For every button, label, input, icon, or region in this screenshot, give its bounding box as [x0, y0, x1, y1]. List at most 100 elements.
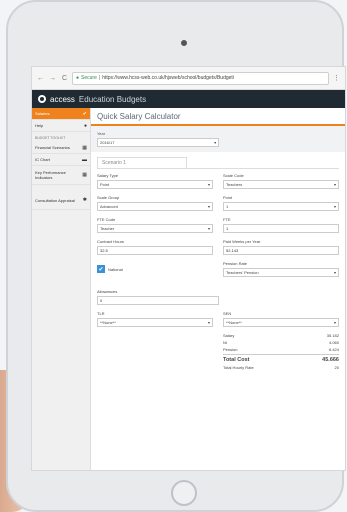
- sidebar-section-title: BUDGET TOOLKIT: [35, 136, 66, 140]
- sidebar-item-label: Key Performance Indicators: [35, 170, 66, 180]
- tablet-frame: ← → C ● Secure | https://www.hcss-web.co…: [6, 0, 346, 512]
- pension-rate-value: Teachers' Pension: [226, 270, 259, 275]
- year-label: Year: [97, 131, 106, 136]
- pension-total-value: 6.424: [328, 347, 339, 352]
- chevron-down-icon: ▾: [214, 140, 217, 145]
- sen-label: SEN: [223, 311, 232, 316]
- ni-total-label: NI: [223, 340, 227, 345]
- sen-select[interactable]: **None** ▾: [223, 318, 339, 327]
- sidebar-item-salaries[interactable]: Salaries ✔: [32, 108, 90, 120]
- contract-hours-label: Contract Hours: [97, 239, 124, 244]
- salary-row: Salary 35.182: [223, 333, 339, 340]
- ni-checkbox[interactable]: ✔: [97, 265, 105, 273]
- product-name: Education Budgets: [78, 94, 147, 104]
- hourly-rate-value: 20: [334, 365, 339, 370]
- pension-total-label: Pension: [223, 347, 238, 352]
- salary-form: Salary Type Point ▾ Scale Code Teachers ▾ …: [97, 168, 339, 376]
- fte-input[interactable]: 1: [223, 224, 339, 233]
- scale-code-value: Teachers: [226, 182, 243, 187]
- fte-label: FTE: [223, 217, 231, 222]
- camera-icon: [181, 40, 187, 46]
- totals-panel: Salary 35.182 NI 4.060 Pension 6.424 Total …: [223, 333, 339, 372]
- scale-code-label: Scale Code: [223, 173, 244, 178]
- address-bar[interactable]: ● Secure | https://www.hcss-web.co.uk/hj…: [72, 71, 329, 85]
- ni-row: NI 4.060: [223, 340, 339, 347]
- chevron-down-icon: ▾: [207, 320, 210, 325]
- year-value: 2016/17: [100, 140, 115, 145]
- sidebar: Salaries ✔ Help ● BUDGET TOOLKIT Financi…: [32, 108, 91, 470]
- sidebar-item-label: Consultation Appraisal: [35, 197, 75, 203]
- salary-type-label: Salary Type: [97, 173, 119, 178]
- scale-group-value: Advanced: [100, 204, 118, 209]
- chevron-down-icon: ▾: [333, 320, 336, 325]
- chevron-down-icon: ▾: [207, 182, 210, 187]
- tlr-select[interactable]: **None** ▾: [97, 318, 213, 327]
- salary-total-value: 35.182: [326, 333, 339, 338]
- grid-icon: ▦: [82, 144, 87, 151]
- allowances-label: Allowances: [97, 289, 118, 294]
- fte-code-select[interactable]: Teacher ▾: [97, 224, 213, 233]
- pension-rate-label: Pension Rate: [223, 261, 248, 266]
- reload-icon[interactable]: C: [60, 75, 69, 82]
- access-logo-icon: [38, 95, 46, 103]
- sidebar-item-label: Financial Scenarios: [35, 145, 70, 150]
- tlr-label: TLR: [97, 311, 105, 316]
- help-icon: ●: [83, 122, 87, 129]
- sidebar-item-ic-chart[interactable]: IC Chart ▬: [32, 154, 90, 166]
- lock-icon: ●: [76, 75, 80, 81]
- sidebar-item-consultation[interactable]: Consultation Appraisal ✱: [32, 191, 90, 210]
- app-header: access Education Budgets: [32, 90, 345, 108]
- salary-type-select[interactable]: Point ▾: [97, 180, 213, 189]
- paid-weeks-input[interactable]: 52.143: [223, 246, 339, 255]
- scale-group-select[interactable]: Advanced ▾: [97, 202, 213, 211]
- point-value: 1: [226, 204, 229, 209]
- check-icon: ✔: [82, 110, 87, 117]
- pension-rate-select[interactable]: Teachers' Pension ▾: [223, 268, 339, 277]
- total-cost-label: Total Cost: [223, 357, 250, 363]
- total-cost-value: 45.666: [322, 357, 339, 363]
- forward-icon[interactable]: →: [48, 75, 57, 82]
- sidebar-item-label: IC Chart: [35, 157, 50, 162]
- table-icon: ▦: [82, 172, 87, 178]
- chevron-down-icon: ▾: [333, 270, 336, 275]
- url-text: https://www.hcss-web.co.uk/hjsweb/school…: [102, 75, 235, 81]
- salary-total-label: Salary: [223, 333, 235, 338]
- sen-value: **None**: [226, 320, 242, 325]
- home-button[interactable]: [171, 480, 197, 506]
- brand-name: access: [50, 94, 75, 104]
- sidebar-item-label: Help: [35, 123, 44, 128]
- tablet-screen: ← → C ● Secure | https://www.hcss-web.co…: [31, 66, 346, 471]
- chevron-down-icon: ▾: [333, 204, 336, 209]
- folder-icon: ▬: [82, 156, 87, 163]
- total-cost-row: Total Cost 45.666: [223, 354, 339, 365]
- sidebar-item-financial-scenarios[interactable]: Financial Scenarios ▦: [32, 142, 90, 154]
- chevron-down-icon: ▾: [207, 226, 210, 231]
- point-select[interactable]: 1 ▾: [223, 202, 339, 211]
- chevron-down-icon: ▾: [207, 204, 210, 209]
- sidebar-item-kpi[interactable]: Key Performance Indicators ▦: [32, 166, 90, 185]
- url-divider: |: [98, 75, 101, 81]
- year-select[interactable]: 2016/17 ▾: [97, 138, 220, 147]
- main-content: Quick Salary Calculator Year 2016/17 ▾ S…: [91, 108, 345, 470]
- fte-code-label: FTE Code: [97, 217, 116, 222]
- fte-code-value: Teacher: [100, 226, 115, 231]
- tab-scenario-1[interactable]: Scenario 1: [97, 157, 187, 168]
- ni-checkbox-label: National: [108, 266, 123, 272]
- allowances-input[interactable]: 0: [97, 296, 220, 305]
- contract-hours-input[interactable]: 32.5: [97, 246, 213, 255]
- scale-code-select[interactable]: Teachers ▾: [223, 180, 339, 189]
- gear-icon: ✱: [82, 197, 87, 203]
- chevron-down-icon: ▾: [333, 182, 336, 187]
- hourly-rate-label: Total Hourly Rate: [223, 365, 254, 370]
- menu-icon[interactable]: ⋮: [332, 74, 341, 82]
- hourly-rate-row: Total Hourly Rate 20: [223, 365, 339, 372]
- browser-toolbar: ← → C ● Secure | https://www.hcss-web.co…: [32, 67, 345, 90]
- pension-row: Pension 6.424: [223, 347, 339, 354]
- tlr-value: **None**: [100, 320, 116, 325]
- back-icon[interactable]: ←: [36, 75, 45, 82]
- point-label: Point: [223, 195, 233, 200]
- paid-weeks-label: Paid Weeks per Year: [223, 239, 261, 244]
- sidebar-item-label: Salaries: [35, 111, 50, 116]
- salary-type-value: Point: [100, 182, 110, 187]
- sidebar-item-help[interactable]: Help ●: [32, 120, 90, 132]
